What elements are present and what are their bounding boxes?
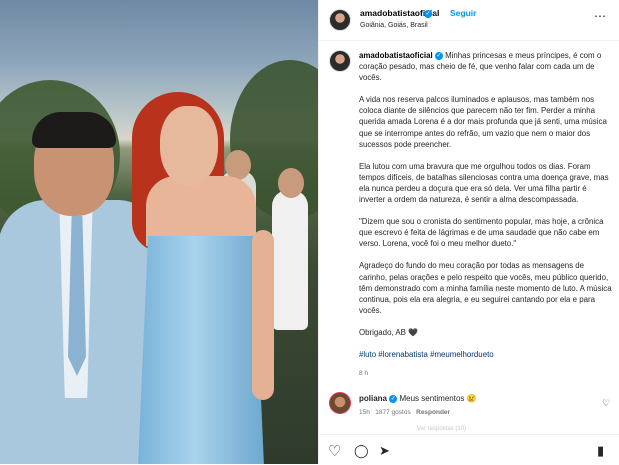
post-panel: amadobatistaoficial ✓ • Seguir Goiânia, … (318, 0, 619, 464)
woman-dress (138, 236, 264, 464)
caption-paragraph-3: Ela lutou com uma bravura que me orgulho… (359, 161, 609, 205)
caption-author-avatar[interactable] (329, 50, 351, 72)
caption-paragraph-5: Agradeço do fundo do meu coração por tod… (359, 261, 612, 315)
comment: poliana ✓ Meus sentimentos 😢 (359, 394, 477, 404)
more-options-icon[interactable]: ⋯ (594, 9, 607, 23)
woman-shoulders (146, 176, 256, 246)
save-icon[interactable]: ▮ (597, 443, 604, 459)
comment-meta: 15h 1877 gostos Responder (359, 409, 450, 416)
caption-hashtags[interactable]: #luto #lorenabatista #meumelhordueto (359, 349, 613, 360)
view-replies-partial[interactable]: Ver respostas (10) (417, 426, 466, 432)
instagram-post-view: amadobatistaoficial ✓ • Seguir Goiânia, … (0, 0, 619, 464)
follow-button[interactable]: Seguir (450, 8, 476, 18)
author-avatar[interactable] (329, 9, 351, 31)
caption-username[interactable]: amadobatistaoficial (359, 51, 433, 60)
share-icon[interactable]: ➤ (379, 443, 390, 459)
post-timestamp[interactable]: 8 h (359, 370, 368, 377)
caption-paragraph-4: "Dizem que sou o cronista do sentimento … (359, 217, 604, 249)
post-photo[interactable] (0, 0, 318, 464)
post-header: amadobatistaoficial ✓ • Seguir Goiânia, … (319, 0, 619, 41)
post-caption: amadobatistaoficial ✓ Minhas princesas e… (359, 50, 613, 371)
post-location[interactable]: Goiânia, Goiás, Brasil (360, 22, 428, 29)
separator-dot: • (434, 8, 437, 18)
commenter-avatar[interactable] (329, 392, 351, 414)
like-icon[interactable]: ♡ (328, 442, 341, 460)
verified-badge-icon: ✓ (434, 52, 443, 60)
caption-signoff: Obrigado, AB 🖤 (359, 327, 418, 337)
like-comment-icon[interactable]: ♡ (602, 398, 610, 409)
woman-face (160, 106, 218, 186)
background-guest-head (278, 168, 304, 198)
commenter-username[interactable]: poliana (359, 394, 387, 403)
action-bar: ♡ ◯ ➤ ▮ (319, 434, 619, 465)
comment-text: Meus sentimentos 😢 (399, 394, 477, 403)
woman-arm (252, 230, 274, 400)
comment-icon[interactable]: ◯ (354, 443, 369, 459)
verified-badge-icon: ✓ (389, 395, 398, 403)
comment-age: 15h (359, 409, 370, 416)
comment-likes[interactable]: 1877 gostos (375, 409, 410, 416)
caption-paragraph-2: A vida nos reserva palcos iluminados e a… (359, 95, 607, 149)
reply-button[interactable]: Responder (416, 409, 450, 416)
man-hair (32, 112, 116, 148)
verified-badge-icon: ✓ (424, 10, 432, 18)
background-guest (272, 190, 308, 330)
